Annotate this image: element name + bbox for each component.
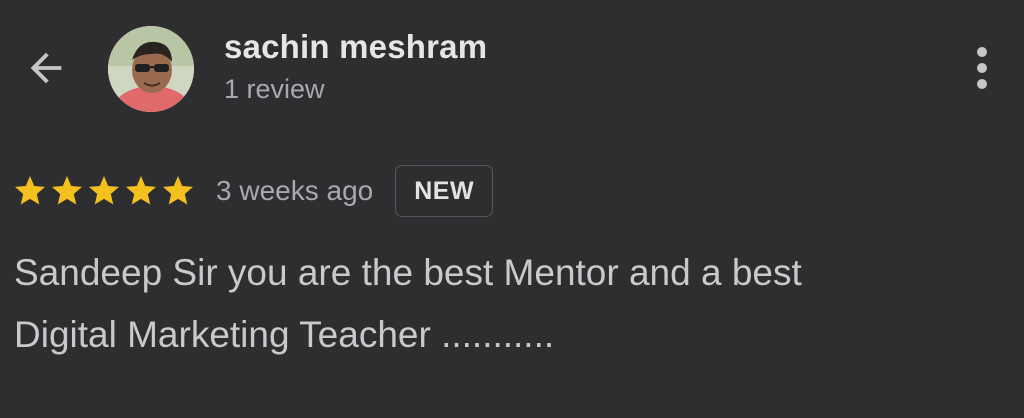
review-text: Sandeep Sir you are the best Mentor and … <box>14 252 802 355</box>
rating-row: 3 weeks ago NEW <box>12 164 494 218</box>
review-count: 1 review <box>224 74 325 104</box>
more-options-button[interactable] <box>958 40 1006 96</box>
back-button[interactable] <box>20 44 72 96</box>
more-vertical-icon <box>977 63 987 73</box>
star-icon <box>15 176 45 205</box>
star-icon <box>89 176 119 205</box>
arrow-back-icon <box>23 45 69 96</box>
star-rating <box>12 173 196 209</box>
more-vertical-icon <box>977 79 987 89</box>
review-detail-screen: sachin meshram 1 review 3 weeks ago NEW … <box>0 0 1024 418</box>
reviewer-name[interactable]: sachin meshram <box>224 28 487 66</box>
more-vertical-icon <box>977 47 987 57</box>
review-time: 3 weeks ago <box>216 175 374 206</box>
avatar[interactable] <box>108 26 194 112</box>
star-icon <box>126 176 156 205</box>
star-icon <box>52 176 82 205</box>
new-badge: NEW <box>395 165 494 217</box>
star-icon <box>163 176 193 205</box>
